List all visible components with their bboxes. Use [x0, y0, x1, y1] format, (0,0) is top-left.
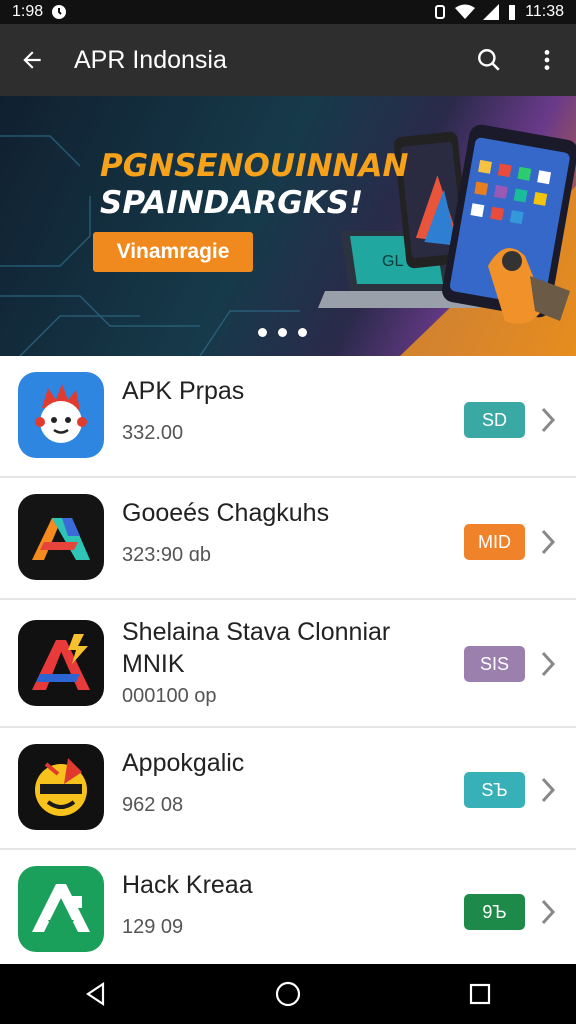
app-badge[interactable]: 9Ъ: [464, 894, 525, 930]
carousel-indicator[interactable]: [258, 328, 307, 337]
nav-home-button[interactable]: [248, 964, 328, 1024]
search-button[interactable]: [460, 24, 518, 96]
wifi-icon: [455, 4, 476, 19]
app-subtitle: 962 08: [122, 794, 184, 816]
chevron-right-icon: [541, 777, 556, 803]
red-mascot-icon: [18, 372, 104, 458]
system-nav-bar: [0, 964, 576, 1024]
banner-headline-line1: PGNSENOUINNAN: [100, 148, 409, 184]
circle-home-icon: [275, 981, 301, 1007]
carousel-dot[interactable]: [298, 328, 307, 337]
colorful-a-icon: [18, 494, 104, 580]
list-item[interactable]: APK Prpas 332.00 SD: [0, 356, 576, 478]
nav-back-button[interactable]: [56, 964, 136, 1024]
chevron-right-icon: [541, 899, 556, 925]
square-recents-icon: [469, 983, 491, 1005]
status-bar: 1:98 11:38: [0, 0, 576, 24]
carousel-dot[interactable]: [258, 328, 267, 337]
app-subtitle: 323:90 ɑb: [122, 544, 211, 566]
list-item[interactable]: Gooeés Chagkuhs 323:90 ɑb MID: [0, 478, 576, 600]
app-subtitle: 000100 op: [122, 685, 217, 707]
app-name: APK Prpas: [122, 377, 245, 405]
red-a-lightning-icon: [18, 620, 104, 706]
app-name: Hack Kreaa: [122, 871, 253, 899]
app-badge[interactable]: SIS: [464, 646, 525, 682]
page-title: APR Indonsia: [74, 45, 227, 74]
banner-cta-button[interactable]: Vinamragie: [93, 232, 253, 272]
list-item[interactable]: Hack Kreaa 129 09 9Ъ: [0, 850, 576, 964]
banner-headline: PGNSENOUINNAN SPAINDARGKS!: [100, 148, 408, 222]
app-bar: APR Indonsia: [0, 24, 576, 96]
app-subtitle: 332.00: [122, 422, 184, 444]
app-name: Shelaina Stava Clonniar MNIK: [122, 618, 391, 678]
back-button[interactable]: [0, 24, 64, 96]
banner-headline-line2: SPAINDARGKS!: [100, 185, 364, 221]
notification-icon: [52, 5, 67, 19]
status-time-right: 11:38: [525, 3, 564, 20]
chevron-right-icon: [541, 407, 556, 433]
app-list: APK Prpas 332.00 SD Gooeés Chagkuhs 323:…: [0, 356, 576, 964]
nav-recents-button[interactable]: [440, 964, 520, 1024]
app-name: Appokgalic: [122, 749, 245, 777]
arrow-back-icon: [23, 51, 41, 69]
alarm-icon: [435, 5, 446, 19]
app-name: Gooeés Chagkuhs: [122, 499, 330, 527]
list-item[interactable]: Appokgalic 962 08 SЪ: [0, 728, 576, 850]
list-item[interactable]: Shelaina Stava Clonniar MNIK 000100 op S…: [0, 600, 576, 728]
svg-text:GL: GL: [382, 253, 403, 270]
battery-icon: [509, 5, 516, 20]
signal-icon: [483, 4, 500, 20]
app-badge[interactable]: SЪ: [464, 772, 525, 808]
carousel-dot[interactable]: [278, 328, 287, 337]
triangle-back-icon: [86, 981, 105, 1007]
chevron-right-icon: [541, 651, 556, 677]
search-icon: [478, 49, 500, 71]
status-time-left: 1:98: [12, 3, 44, 20]
promo-banner[interactable]: GL PGNSENOUINNAN SPAINDARGKS! Vinamragie: [0, 96, 576, 356]
chevron-right-icon: [541, 529, 556, 555]
app-subtitle: 129 09: [122, 916, 184, 938]
app-badge[interactable]: SD: [464, 402, 525, 438]
app-badge[interactable]: MID: [464, 524, 525, 560]
banner-graphics: GL: [0, 124, 576, 356]
more-vert-icon: [544, 50, 550, 70]
green-a-icon: [18, 866, 104, 952]
yellow-face-icon: [18, 744, 104, 830]
more-options-button[interactable]: [518, 24, 576, 96]
